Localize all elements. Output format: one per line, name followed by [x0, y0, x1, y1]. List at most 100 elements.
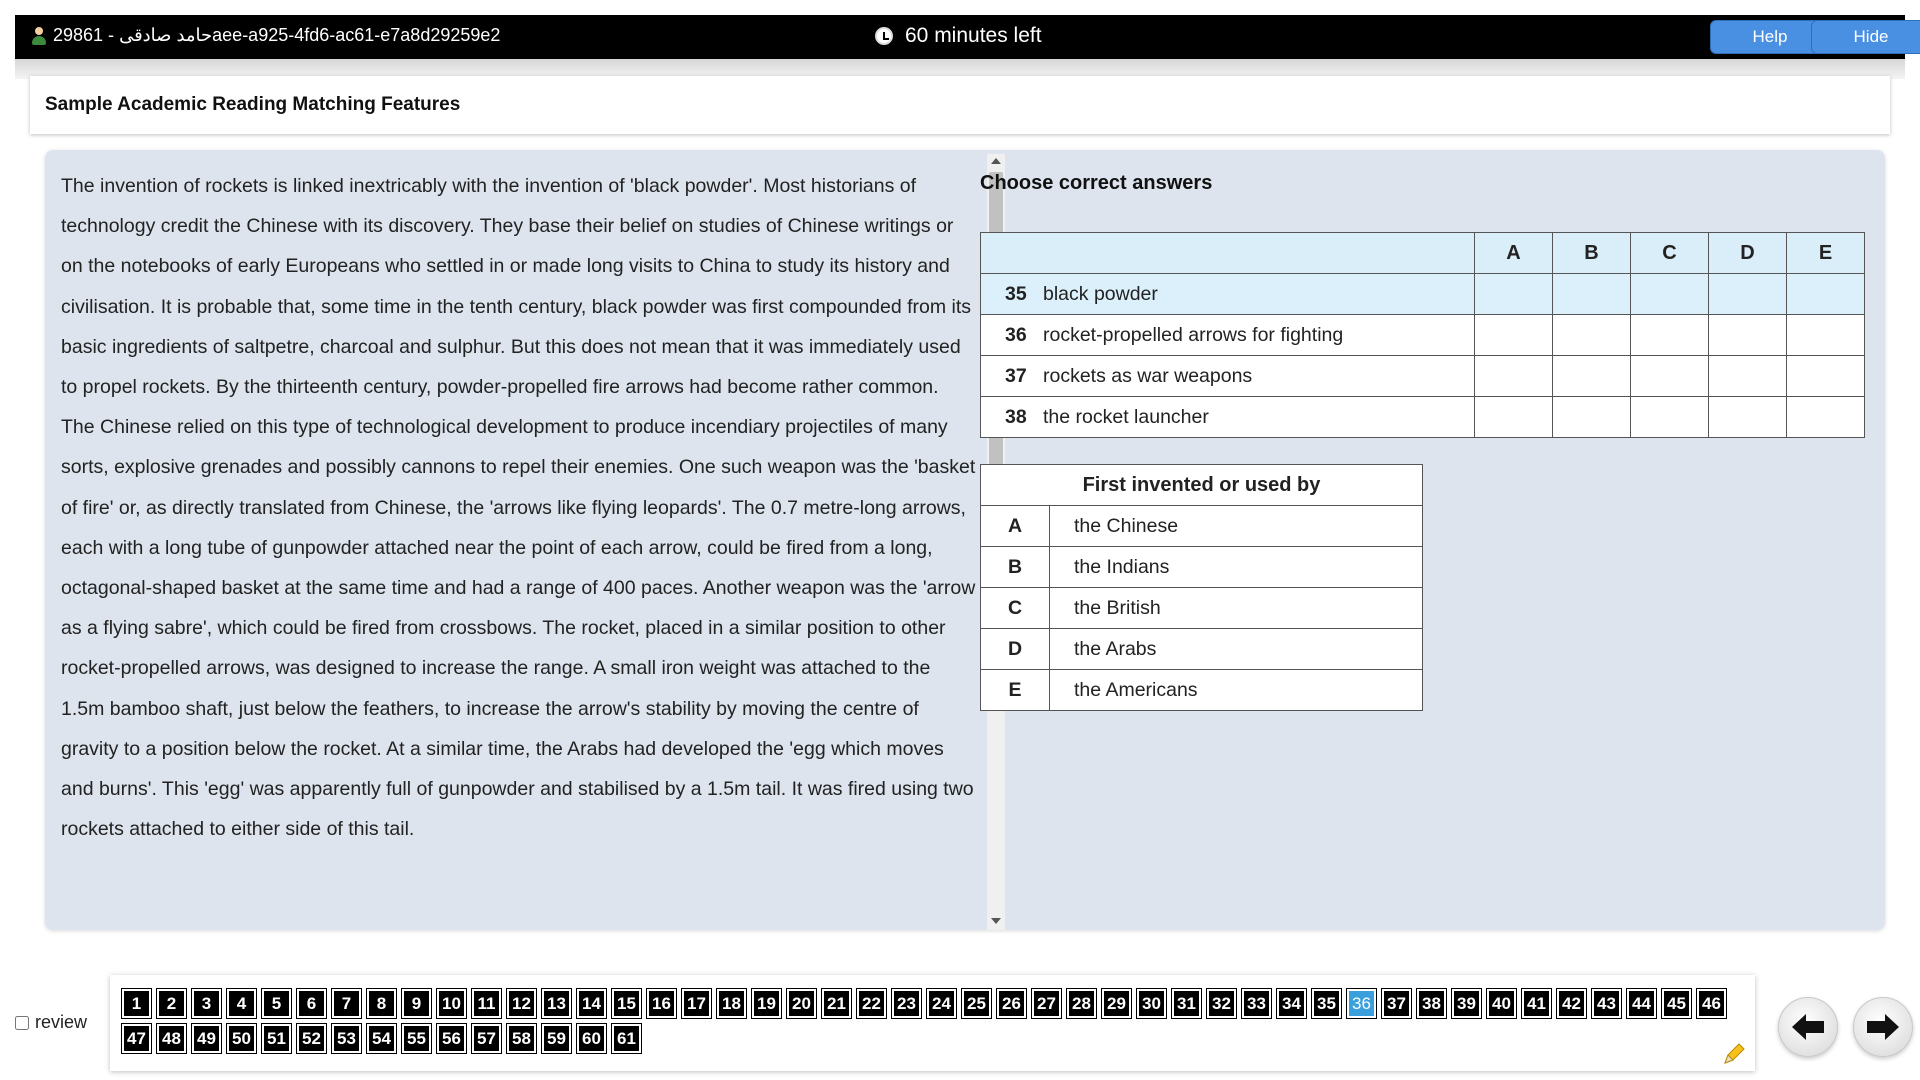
column-header-b: B	[1552, 232, 1631, 274]
question-nav-button-31[interactable]: 31	[1171, 988, 1202, 1019]
question-nav-button-3[interactable]: 3	[191, 988, 222, 1019]
answer-cell-37-b[interactable]	[1552, 355, 1631, 397]
answer-cell-38-d[interactable]	[1708, 396, 1787, 438]
answer-cell-36-b[interactable]	[1552, 314, 1631, 356]
hide-button[interactable]: Hide	[1811, 20, 1920, 54]
question-nav-button-13[interactable]: 13	[541, 988, 572, 1019]
answer-cell-38-e[interactable]	[1786, 396, 1865, 438]
answer-cell-35-e[interactable]	[1786, 273, 1865, 315]
question-nav-button-52[interactable]: 52	[296, 1023, 327, 1054]
question-nav-button-56[interactable]: 56	[436, 1023, 467, 1054]
question-nav-button-50[interactable]: 50	[226, 1023, 257, 1054]
main-panel: The invention of rockets is linked inext…	[45, 150, 1885, 930]
answer-cell-35-b[interactable]	[1552, 273, 1631, 315]
question-nav-button-22[interactable]: 22	[856, 988, 887, 1019]
question-nav-button-60[interactable]: 60	[576, 1023, 607, 1054]
question-nav-button-47[interactable]: 47	[121, 1023, 152, 1054]
candidate-label: 29861 - حامد صادقیaee-a925-4fd6-ac61-e7a…	[53, 25, 501, 45]
review-checkbox[interactable]	[15, 1015, 29, 1030]
answer-cell-35-d[interactable]	[1708, 273, 1787, 315]
question-nav-button-46[interactable]: 46	[1696, 988, 1727, 1019]
question-nav-button-53[interactable]: 53	[331, 1023, 362, 1054]
answer-cell-36-a[interactable]	[1474, 314, 1553, 356]
scroll-up-icon[interactable]	[991, 158, 1001, 164]
title-box: Sample Academic Reading Matching Feature…	[30, 76, 1890, 134]
answer-cell-36-e[interactable]	[1786, 314, 1865, 356]
question-nav-button-34[interactable]: 34	[1276, 988, 1307, 1019]
question-nav-button-38[interactable]: 38	[1416, 988, 1447, 1019]
question-nav-button-44[interactable]: 44	[1626, 988, 1657, 1019]
answer-cell-35-a[interactable]	[1474, 273, 1553, 315]
question-nav-button-28[interactable]: 28	[1066, 988, 1097, 1019]
question-nav-button-21[interactable]: 21	[821, 988, 852, 1019]
question-nav-button-2[interactable]: 2	[156, 988, 187, 1019]
question-nav-button-26[interactable]: 26	[996, 988, 1027, 1019]
question-nav-button-36[interactable]: 36	[1346, 988, 1377, 1019]
question-nav-button-25[interactable]: 25	[961, 988, 992, 1019]
question-nav-button-33[interactable]: 33	[1241, 988, 1272, 1019]
question-nav-button-18[interactable]: 18	[716, 988, 747, 1019]
question-nav-button-15[interactable]: 15	[611, 988, 642, 1019]
question-nav-button-57[interactable]: 57	[471, 1023, 502, 1054]
question-nav-button-27[interactable]: 27	[1031, 988, 1062, 1019]
review-toggle[interactable]: review	[15, 1012, 87, 1033]
question-nav-button-59[interactable]: 59	[541, 1023, 572, 1054]
question-nav-button-32[interactable]: 32	[1206, 988, 1237, 1019]
question-row-37: 37 rockets as war weapons	[980, 355, 1865, 397]
question-number: 37	[1005, 364, 1027, 387]
question-nav-button-29[interactable]: 29	[1101, 988, 1132, 1019]
question-nav-button-1[interactable]: 1	[121, 988, 152, 1019]
answer-cell-38-b[interactable]	[1552, 396, 1631, 438]
question-nav-button-55[interactable]: 55	[401, 1023, 432, 1054]
question-nav-button-5[interactable]: 5	[261, 988, 292, 1019]
question-nav-button-51[interactable]: 51	[261, 1023, 292, 1054]
question-nav-button-45[interactable]: 45	[1661, 988, 1692, 1019]
question-nav-button-49[interactable]: 49	[191, 1023, 222, 1054]
option-row: D the Arabs	[980, 628, 1423, 670]
question-nav-button-61[interactable]: 61	[611, 1023, 642, 1054]
question-nav-button-9[interactable]: 9	[401, 988, 432, 1019]
question-nav-button-4[interactable]: 4	[226, 988, 257, 1019]
question-nav-button-40[interactable]: 40	[1486, 988, 1517, 1019]
pencil-icon[interactable]	[1721, 1041, 1747, 1067]
question-nav-button-7[interactable]: 7	[331, 988, 362, 1019]
question-nav-button-20[interactable]: 20	[786, 988, 817, 1019]
question-nav-button-39[interactable]: 39	[1451, 988, 1482, 1019]
scroll-down-icon[interactable]	[991, 918, 1001, 924]
question-nav-button-12[interactable]: 12	[506, 988, 537, 1019]
question-nav-button-19[interactable]: 19	[751, 988, 782, 1019]
option-letter: B	[980, 546, 1050, 588]
question-nav-button-37[interactable]: 37	[1381, 988, 1412, 1019]
question-nav-button-58[interactable]: 58	[506, 1023, 537, 1054]
answer-cell-37-e[interactable]	[1786, 355, 1865, 397]
question-nav-button-16[interactable]: 16	[646, 988, 677, 1019]
next-button[interactable]	[1853, 997, 1913, 1057]
answer-cell-37-a[interactable]	[1474, 355, 1553, 397]
question-nav-button-11[interactable]: 11	[471, 988, 502, 1019]
question-nav-button-42[interactable]: 42	[1556, 988, 1587, 1019]
question-nav-button-54[interactable]: 54	[366, 1023, 397, 1054]
answer-cell-38-c[interactable]	[1630, 396, 1709, 438]
answer-cell-35-c[interactable]	[1630, 273, 1709, 315]
question-nav-button-23[interactable]: 23	[891, 988, 922, 1019]
question-nav-button-43[interactable]: 43	[1591, 988, 1622, 1019]
answer-cell-36-d[interactable]	[1708, 314, 1787, 356]
question-nav-button-17[interactable]: 17	[681, 988, 712, 1019]
column-header-c: C	[1630, 232, 1709, 274]
question-nav-button-8[interactable]: 8	[366, 988, 397, 1019]
previous-button[interactable]	[1778, 997, 1838, 1057]
question-nav-button-30[interactable]: 30	[1136, 988, 1167, 1019]
question-number: 35	[1005, 282, 1027, 305]
answer-cell-37-d[interactable]	[1708, 355, 1787, 397]
question-navigator: 1 2 3 4 5 6 7 8 9 10 11 12 13 14 15 16 17 18 19 20 21 22 23 24 2…	[121, 988, 1752, 1054]
question-nav-button-41[interactable]: 41	[1521, 988, 1552, 1019]
question-nav-button-24[interactable]: 24	[926, 988, 957, 1019]
answer-cell-37-c[interactable]	[1630, 355, 1709, 397]
question-nav-button-6[interactable]: 6	[296, 988, 327, 1019]
answer-cell-38-a[interactable]	[1474, 396, 1553, 438]
question-nav-button-48[interactable]: 48	[156, 1023, 187, 1054]
answer-cell-36-c[interactable]	[1630, 314, 1709, 356]
question-nav-button-10[interactable]: 10	[436, 988, 467, 1019]
question-nav-button-14[interactable]: 14	[576, 988, 607, 1019]
question-nav-button-35[interactable]: 35	[1311, 988, 1342, 1019]
